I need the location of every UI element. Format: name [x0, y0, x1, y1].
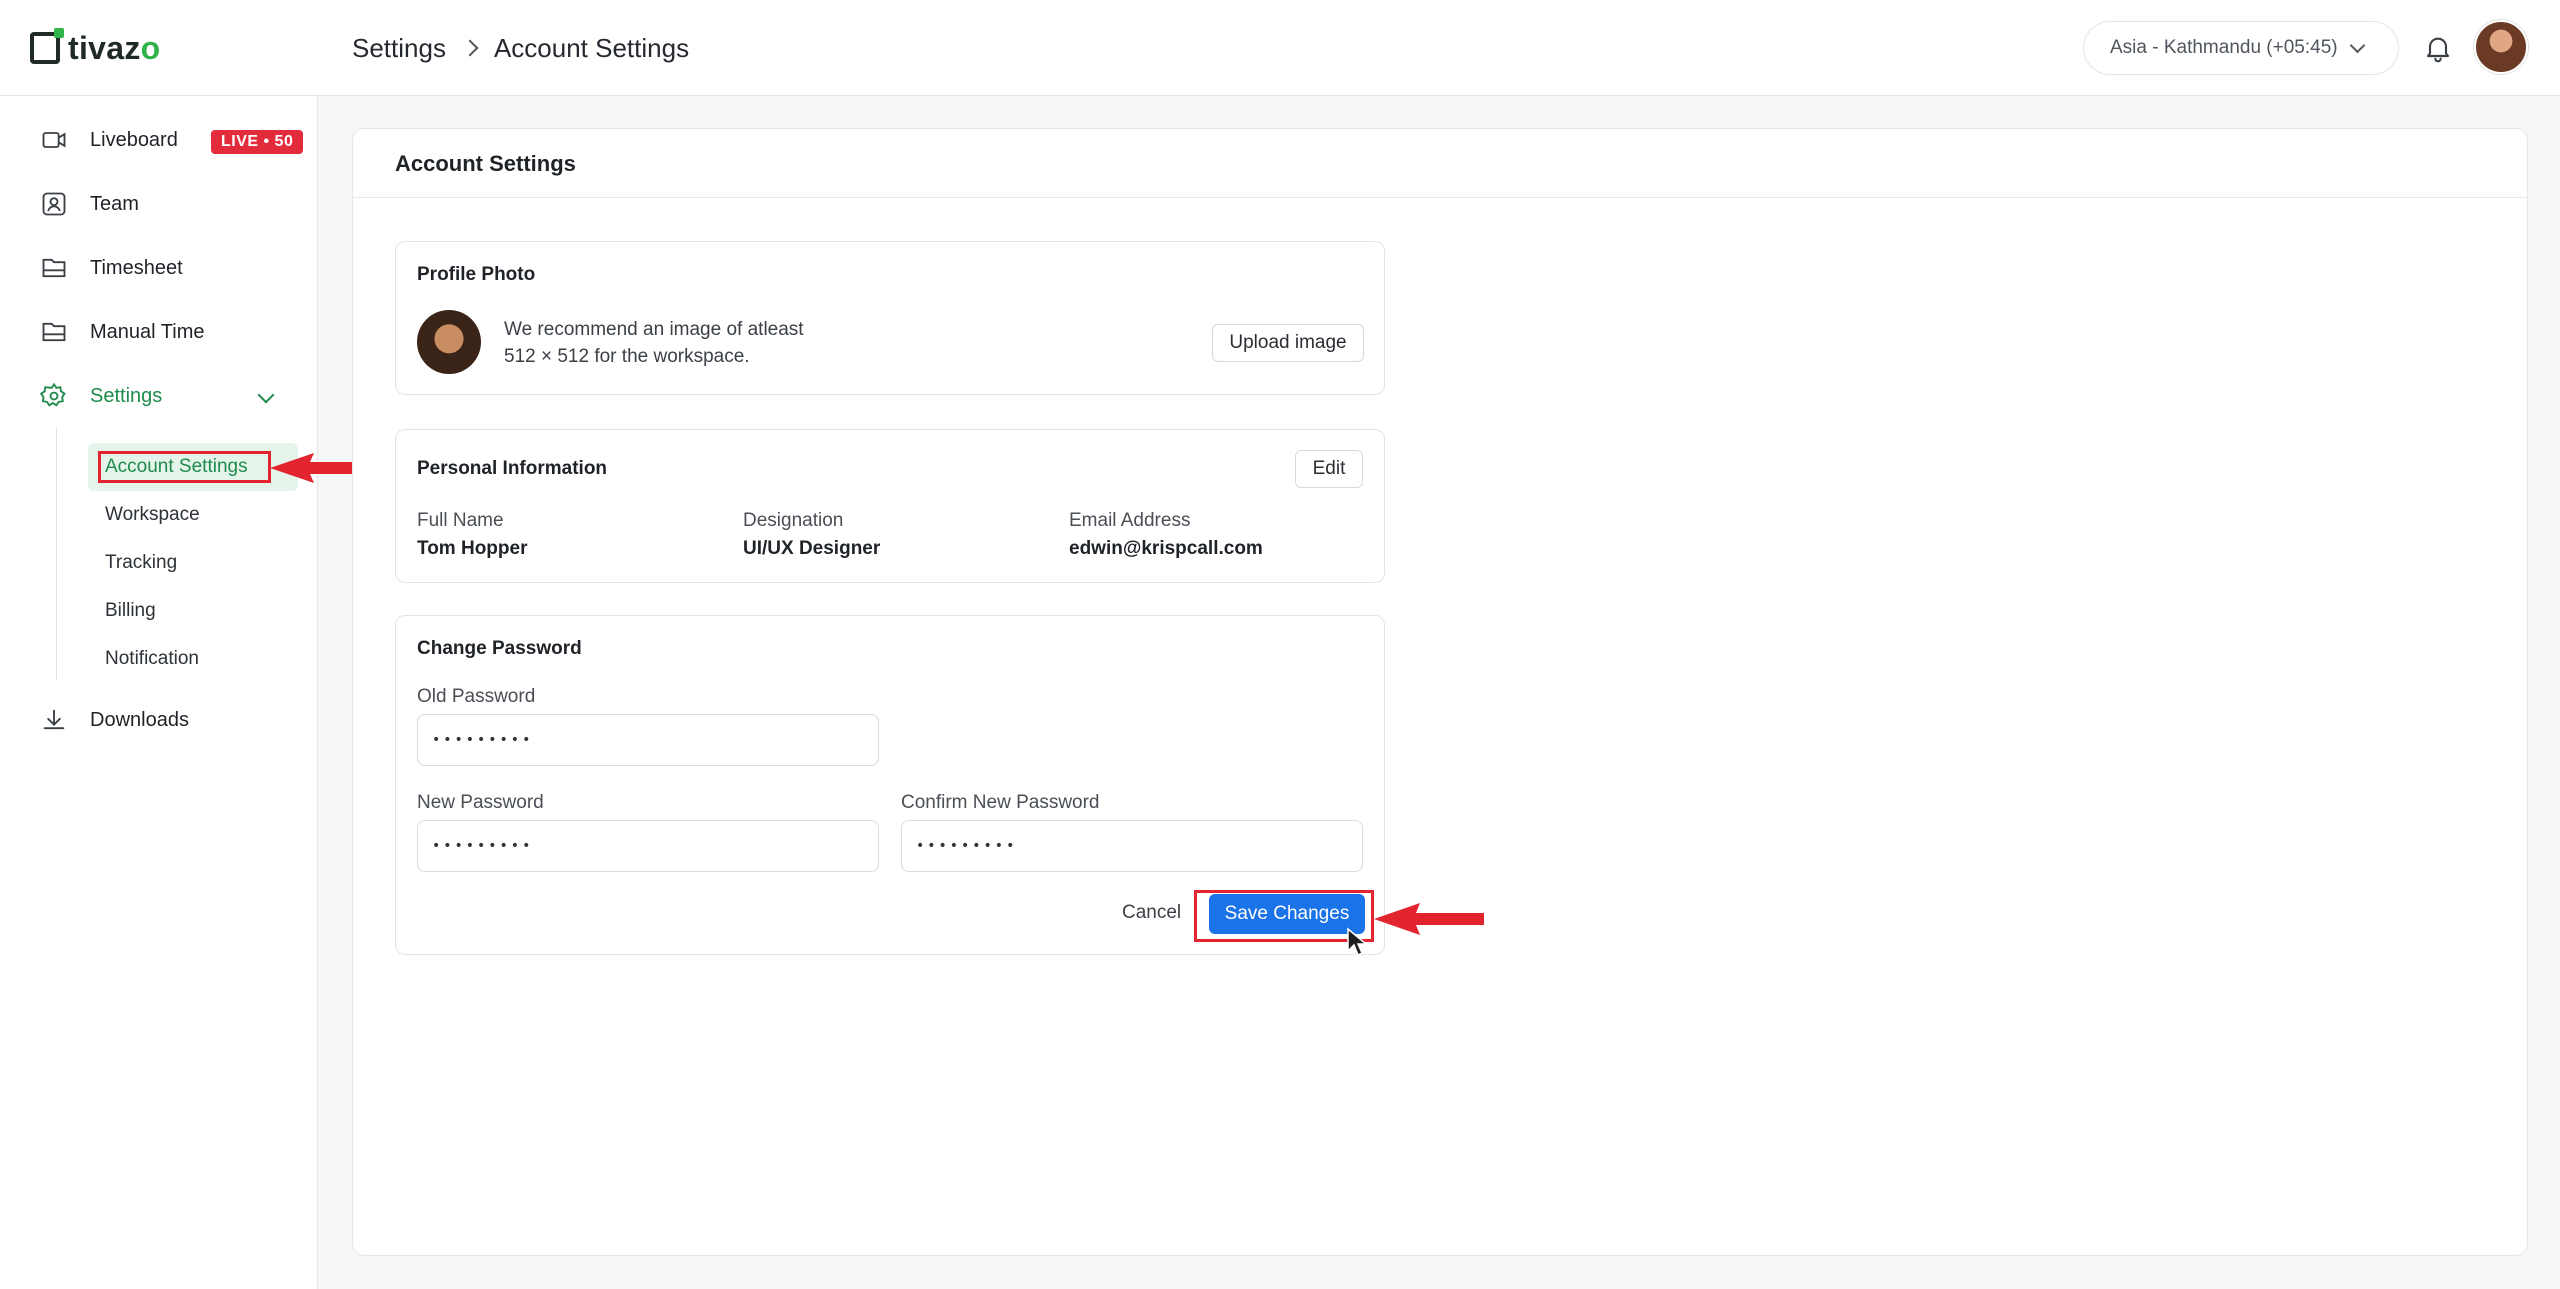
new-password-input[interactable]: •••••••••: [417, 820, 879, 872]
sidebar-item-label: Timesheet: [90, 256, 183, 279]
sidebar-item-timesheet[interactable]: Timesheet: [40, 248, 183, 288]
timezone-value: Asia - Kathmandu (+05:45): [2110, 37, 2338, 58]
bell-icon[interactable]: [2422, 32, 2454, 64]
page-title: Account Settings: [395, 151, 576, 176]
profile-photo-panel: Profile Photo We recommend an image of a…: [395, 241, 1385, 395]
personal-info-panel: Personal Information Edit Full Name Tom …: [395, 429, 1385, 583]
sidebar-item-label: Team: [90, 192, 139, 215]
app-logo[interactable]: tivazo: [30, 28, 161, 68]
cancel-button[interactable]: Cancel: [1122, 894, 1181, 932]
sidebar-item-downloads[interactable]: Downloads: [40, 700, 189, 740]
submenu-item-tracking[interactable]: Tracking: [105, 548, 177, 578]
confirm-password-input[interactable]: •••••••••: [901, 820, 1363, 872]
sidebar-item-label: Downloads: [90, 708, 189, 731]
old-password-input[interactable]: •••••••••: [417, 714, 879, 766]
mouse-cursor-icon: [1347, 927, 1369, 957]
sidebar-item-manual-time[interactable]: Manual Time: [40, 312, 205, 352]
chevron-down-icon: [2349, 37, 2365, 53]
timesheet-icon: [42, 258, 66, 278]
top-bar: tivazo Settings Account Settings Asia - …: [0, 0, 2560, 96]
breadcrumb: Settings Account Settings: [352, 30, 689, 66]
full-name-value: Tom Hopper: [417, 538, 528, 559]
email-label: Email Address: [1069, 510, 1191, 531]
video-icon: [42, 132, 66, 148]
submenu-item-billing[interactable]: Billing: [105, 596, 156, 626]
logo-icon: [30, 28, 64, 64]
logo-text: tivazo: [68, 29, 161, 66]
breadcrumb-settings[interactable]: Settings: [352, 33, 446, 64]
panel-title: Change Password: [417, 638, 582, 659]
chevron-right-icon: [461, 39, 479, 57]
annotation-highlight-box: [98, 451, 271, 483]
submenu-item-notification[interactable]: Notification: [105, 644, 199, 674]
submenu-divider: [56, 428, 57, 680]
full-name-label: Full Name: [417, 510, 504, 531]
new-password-label: New Password: [417, 792, 544, 813]
panel-title: Profile Photo: [417, 264, 536, 285]
profile-photo-hint: We recommend an image of atleast 512 × 5…: [504, 319, 804, 367]
sidebar-item-label: Liveboard: [90, 128, 178, 151]
breadcrumb-account-settings: Account Settings: [493, 32, 690, 63]
sidebar-item-team[interactable]: Team: [40, 184, 139, 224]
old-password-label: Old Password: [417, 686, 536, 707]
confirm-password-label: Confirm New Password: [901, 792, 1100, 813]
download-icon: [43, 709, 65, 730]
email-value: edwin@krispcall.com: [1069, 538, 1263, 559]
edit-button[interactable]: Edit: [1295, 450, 1363, 488]
team-icon: [42, 192, 66, 216]
sidebar-item-settings[interactable]: Settings: [40, 376, 162, 416]
upload-image-button[interactable]: Upload image: [1212, 324, 1364, 362]
manual-time-icon: [42, 322, 66, 342]
sidebar: Liveboard Team Timesheet Manual Time Set…: [0, 96, 318, 1289]
profile-avatar: [417, 310, 481, 374]
designation-label: Designation: [743, 510, 844, 531]
live-badge: LIVE • 50: [211, 130, 304, 154]
submenu-item-workspace[interactable]: Workspace: [105, 500, 200, 530]
divider: [353, 197, 2527, 198]
account-settings-card: Account Settings Profile Photo We recomm…: [352, 128, 2528, 1256]
sidebar-item-liveboard[interactable]: Liveboard: [40, 120, 178, 160]
gear-icon: [40, 382, 66, 407]
user-avatar[interactable]: [2474, 20, 2528, 74]
timezone-select[interactable]: Asia - Kathmandu (+05:45): [2083, 21, 2399, 75]
sidebar-item-label: Settings: [90, 384, 163, 407]
sidebar-item-label: Manual Time: [90, 320, 205, 343]
annotation-arrow-icon: [1374, 903, 1484, 935]
designation-value: UI/UX Designer: [743, 538, 881, 559]
panel-title: Personal Information: [417, 458, 608, 479]
